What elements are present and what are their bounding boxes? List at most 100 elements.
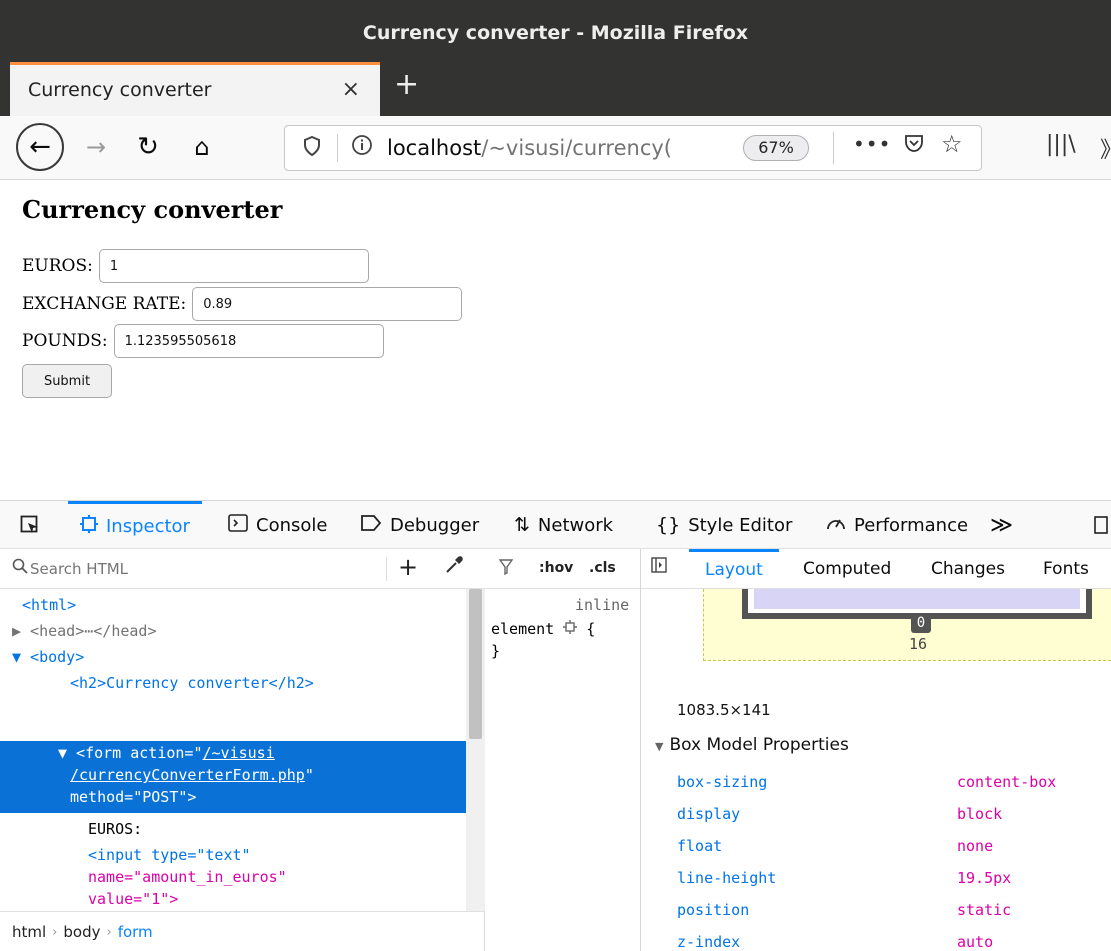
property-row: position static: [677, 895, 1097, 927]
form-line-3: method="POST">: [70, 788, 197, 806]
tab-console[interactable]: Console: [228, 501, 327, 549]
tab-computed[interactable]: Computed: [803, 549, 891, 589]
markup-tree[interactable]: <html> ▶ <head>⋯</head> ▼ <body> <h2>Cur…: [0, 589, 466, 911]
forward-button[interactable]: →: [78, 124, 114, 170]
property-name: line-height: [677, 869, 777, 887]
navigation-toolbar: ← → ↻ ⌂ localhost/~visusi/currency( 67% …: [0, 116, 1111, 180]
rules-panel: :hov .cls inline element { }: [485, 549, 641, 951]
head-close-tag: </head>: [93, 622, 157, 640]
markup-panel: + <html> ▶ <head>⋯</head> ▼ <body> <h2>C…: [0, 549, 485, 951]
form-action-link-cont[interactable]: /currencyConverterForm.php: [70, 766, 305, 784]
url-text[interactable]: localhost/~visusi/currency(: [387, 136, 707, 160]
tab-title: Currency converter: [28, 79, 212, 101]
search-separator: [386, 557, 387, 581]
markup-line-input-c[interactable]: value="1">: [88, 889, 178, 910]
property-name: z-index: [677, 933, 741, 951]
collapsed-dots-icon[interactable]: ⋯: [84, 622, 93, 640]
window-title: Currency converter - Mozilla Firefox: [362, 22, 749, 44]
filter-icon[interactable]: [498, 559, 514, 579]
home-button[interactable]: ⌂: [184, 124, 220, 170]
euros-row: EUROS:: [22, 249, 369, 283]
tab-inspector[interactable]: Inspector: [68, 501, 202, 549]
reload-button[interactable]: ↻: [130, 124, 166, 170]
euros-input[interactable]: [98, 249, 369, 283]
tab-debugger-label: Debugger: [390, 514, 480, 536]
breadcrumb-body[interactable]: body: [63, 923, 100, 941]
back-button[interactable]: ←: [16, 123, 64, 171]
property-value: auto: [957, 933, 994, 951]
form-action-link[interactable]: /~visusi: [203, 744, 275, 762]
property-name: display: [677, 805, 741, 823]
tab-debugger[interactable]: Debugger: [360, 501, 479, 549]
class-toggle[interactable]: .cls: [589, 560, 616, 576]
breadcrumb: html › body › form: [0, 911, 485, 951]
tab-performance[interactable]: Performance: [826, 501, 968, 549]
tab-fonts[interactable]: Fonts: [1043, 549, 1089, 589]
breadcrumb-form[interactable]: form: [118, 923, 153, 941]
bookmark-star-icon[interactable]: ☆: [941, 130, 963, 158]
url-bar[interactable]: localhost/~visusi/currency( 67% ••• ☆: [284, 125, 982, 171]
layout-side-panel: Layout Computed Changes Fonts 0 16 1083.…: [641, 549, 1111, 951]
exchange-rate-row: EXCHANGE RATE:: [22, 287, 463, 321]
tracking-shield-icon[interactable]: [303, 135, 321, 161]
markup-line-body[interactable]: ▼ <body>: [12, 647, 84, 668]
inspector-icon: [80, 515, 98, 538]
rule-element-selector: element {: [491, 619, 595, 640]
pocket-icon[interactable]: [903, 132, 925, 160]
markup-text-euros[interactable]: EUROS:: [88, 819, 142, 840]
exchange-rate-label: EXCHANGE RATE:: [22, 294, 187, 314]
markup-scrollbar-thumb[interactable]: [469, 589, 482, 739]
eyedropper-icon[interactable]: [444, 555, 464, 580]
tab-currency-converter[interactable]: Currency converter ×: [10, 62, 380, 116]
url-host: localhost: [387, 136, 482, 160]
breadcrumb-html[interactable]: html: [12, 923, 46, 941]
site-info-icon[interactable]: [351, 134, 373, 162]
form-line-2: /currencyConverterForm.php": [70, 765, 314, 786]
pounds-row: POUNDS:: [22, 324, 384, 358]
tab-style-editor[interactable]: {} Style Editor: [656, 501, 792, 549]
element-picker-icon[interactable]: [20, 501, 40, 549]
property-name: box-sizing: [677, 773, 768, 791]
exchange-rate-input[interactable]: [192, 287, 463, 321]
tab-inspector-label: Inspector: [106, 516, 190, 537]
devtools-toolbar: Inspector Console Debugger ⇅ Network {} …: [0, 501, 1111, 549]
search-html-input[interactable]: [30, 555, 370, 583]
rule-origin-inline: inline: [575, 596, 630, 614]
margin-bottom-value[interactable]: 16: [909, 635, 927, 653]
markup-line-input-a[interactable]: <input type="text": [88, 845, 251, 866]
tab-layout[interactable]: Layout: [689, 549, 779, 589]
library-icon[interactable]: |||\: [1046, 132, 1076, 157]
form-line-1: ▼ <form action="/~visusi: [58, 743, 275, 764]
markup-line-html[interactable]: <html>: [22, 595, 76, 616]
pounds-label: POUNDS:: [22, 331, 108, 351]
submit-button[interactable]: Submit: [22, 364, 112, 398]
new-tab-icon[interactable]: +: [394, 70, 419, 100]
markup-scrollbar[interactable]: [466, 589, 485, 911]
dock-options-icon[interactable]: [1094, 501, 1110, 549]
zoom-level-button[interactable]: 67%: [743, 135, 809, 161]
pounds-input[interactable]: [113, 324, 384, 358]
property-value: static: [957, 901, 1012, 919]
hover-state-toggle[interactable]: :hov: [539, 560, 573, 576]
node-target-icon[interactable]: [563, 620, 578, 638]
home-icon: ⌂: [194, 133, 210, 161]
tab-changes[interactable]: Changes: [931, 549, 1005, 589]
markup-line-form-selected[interactable]: ▼ <form action="/~visusi /currencyConver…: [0, 741, 466, 813]
property-row: display block: [677, 799, 1097, 831]
tab-network-label: Network: [537, 514, 614, 536]
add-node-icon[interactable]: +: [398, 553, 418, 581]
tab-network[interactable]: ⇅ Network: [514, 501, 613, 549]
property-row: line-height 19.5px: [677, 863, 1097, 895]
reload-icon: ↻: [137, 132, 159, 162]
page-actions-icon[interactable]: •••: [853, 132, 891, 156]
tab-close-icon[interactable]: ×: [342, 77, 360, 102]
console-icon: [228, 513, 248, 537]
toggle-pane-icon[interactable]: [651, 557, 667, 578]
more-tools-icon[interactable]: ≫: [990, 501, 1013, 549]
border-bottom-value[interactable]: 0: [911, 613, 931, 633]
overflow-menu-icon[interactable]: 》: [1100, 132, 1111, 164]
box-model-properties-header[interactable]: ▼ Box Model Properties: [655, 735, 849, 755]
markup-line-input-b[interactable]: name="amount_in_euros": [88, 867, 287, 888]
markup-line-h2[interactable]: <h2>Currency converter</h2>: [70, 673, 314, 694]
markup-line-head[interactable]: ▶ <head>⋯</head>: [12, 621, 157, 642]
